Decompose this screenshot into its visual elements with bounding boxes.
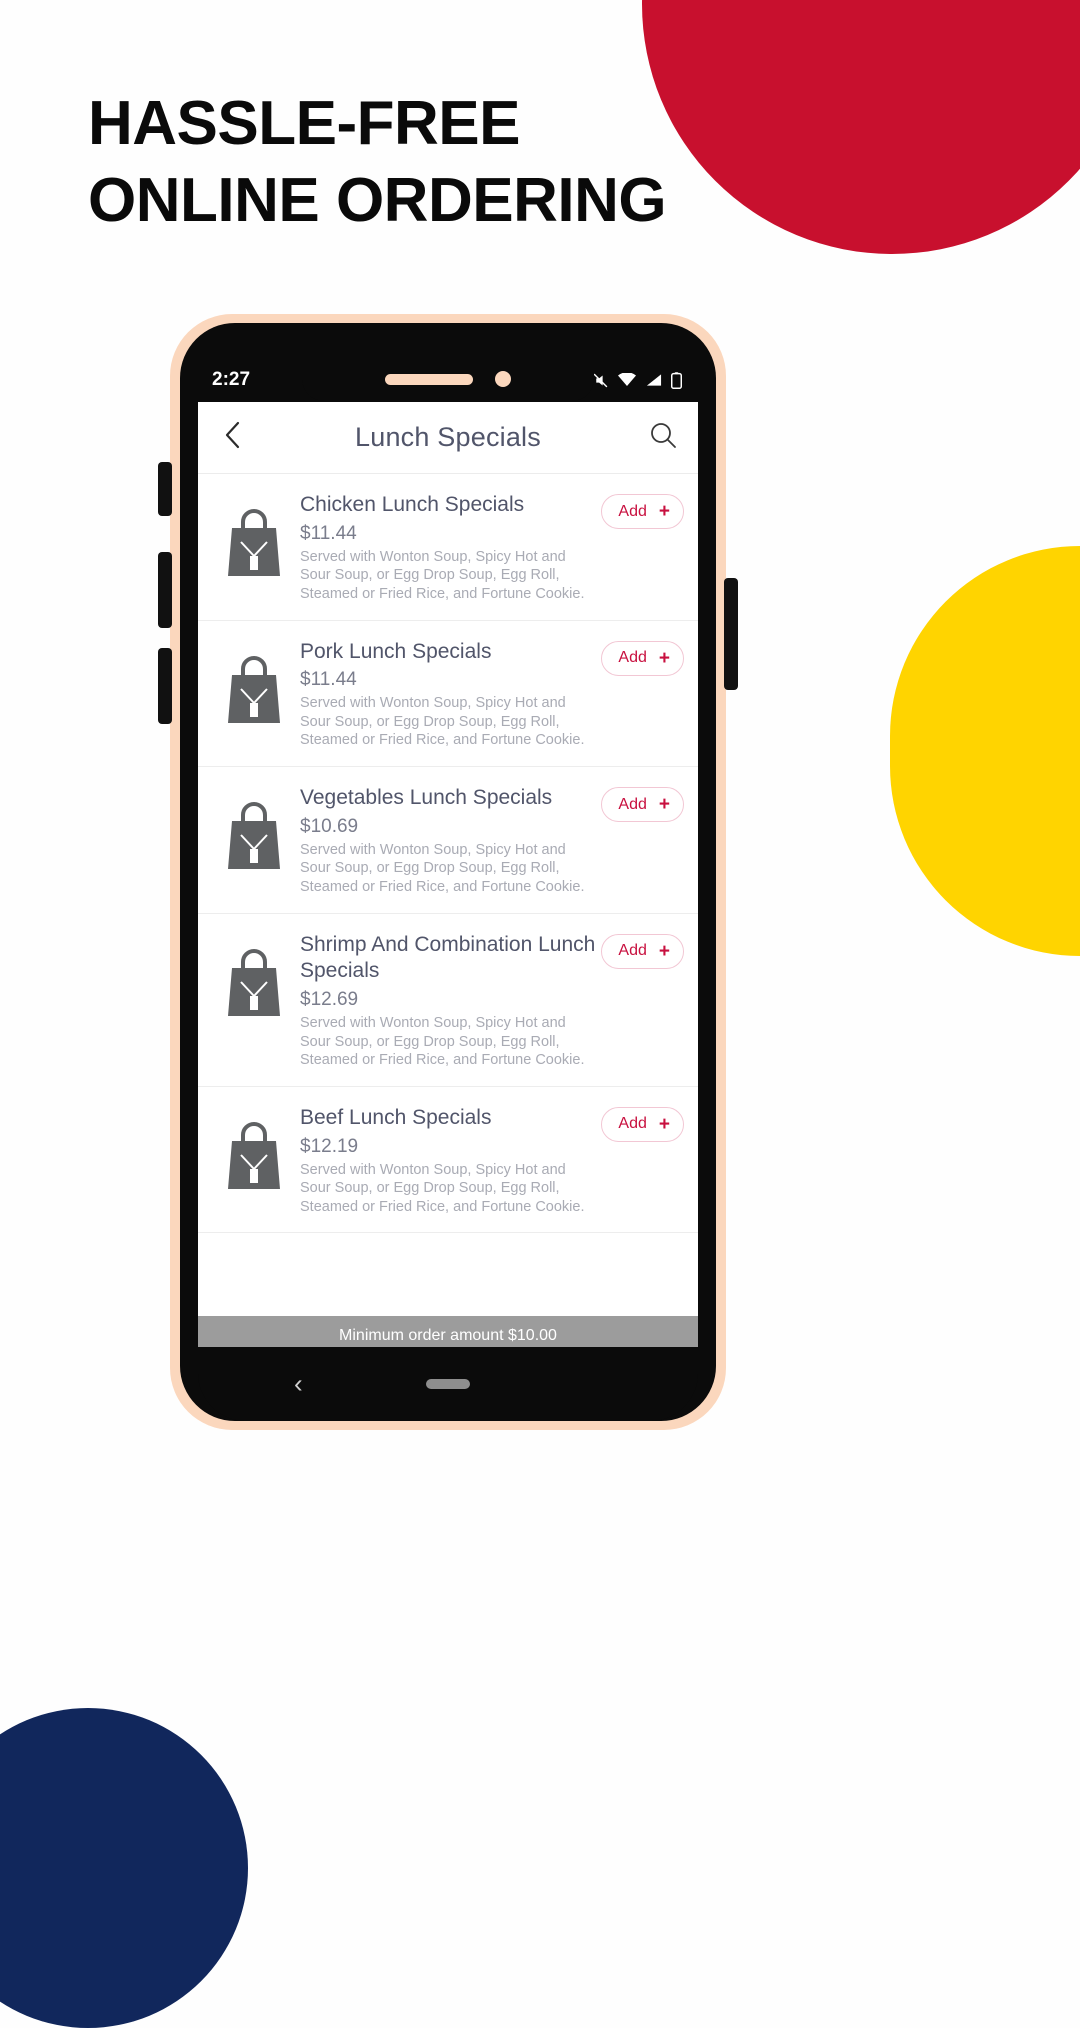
nav-back-icon[interactable]: ‹ (294, 1369, 303, 1400)
phone-screen: 2:27 Lunch Specials Chicken Lunch Specia… (198, 358, 698, 1356)
phone-button-volume-up[interactable] (158, 552, 172, 628)
phone-mockup: 2:27 Lunch Specials Chicken Lunch Specia… (158, 314, 738, 1430)
item-price: $12.69 (300, 989, 359, 1011)
headline-line-1: HASSLE-FREE (88, 89, 520, 158)
menu-item[interactable]: Chicken Lunch Specials $11.44 Served wit… (198, 474, 698, 621)
item-price: $11.44 (300, 669, 357, 691)
item-description: Served with Wonton Soup, Spicy Hot and S… (300, 841, 585, 895)
front-camera-icon (495, 371, 511, 387)
item-name: Beef Lunch Specials (300, 1105, 492, 1129)
search-icon (649, 421, 677, 454)
decor-navy-circle (0, 1708, 248, 2028)
item-description: Served with Wonton Soup, Spicy Hot and S… (300, 1015, 585, 1069)
decor-yellow-shape (890, 546, 1080, 956)
item-description: Served with Wonton Soup, Spicy Hot and S… (300, 695, 585, 749)
takeout-bag-icon (223, 506, 285, 587)
signal-icon (645, 373, 662, 387)
item-description: Served with Wonton Soup, Spicy Hot and S… (300, 1161, 585, 1215)
add-button-label: Add (618, 1115, 647, 1133)
takeout-bag-icon (223, 799, 285, 880)
nav-home-pill[interactable] (426, 1379, 470, 1389)
plus-icon: + (658, 940, 670, 962)
menu-item[interactable]: Shrimp And Combination Lunch Specials $1… (198, 914, 698, 1087)
plus-icon: + (658, 1113, 670, 1135)
menu-item[interactable]: Beef Lunch Specials $12.19 Served with W… (198, 1087, 698, 1234)
item-thumbnail (208, 492, 300, 587)
earpiece-speaker (385, 373, 473, 385)
item-details: Shrimp And Combination Lunch Specials $1… (300, 932, 601, 1070)
takeout-bag-icon (223, 946, 285, 1027)
page-title: HASSLE-FREE ONLINE ORDERING (88, 86, 667, 240)
plus-icon: + (658, 501, 670, 522)
phone-button-volume-down[interactable] (158, 648, 172, 724)
android-nav-bar: ‹ (198, 1347, 698, 1421)
add-button-label: Add (618, 942, 647, 960)
wifi-icon (618, 373, 636, 387)
add-button-label: Add (618, 502, 647, 520)
item-thumbnail (208, 932, 300, 1027)
add-to-cart-button[interactable]: Add + (601, 494, 684, 529)
back-button[interactable] (216, 421, 250, 455)
app-bar: Lunch Specials (198, 402, 698, 474)
add-to-cart-button[interactable]: Add + (601, 787, 684, 823)
phone-button-power[interactable] (724, 578, 738, 690)
search-button[interactable] (646, 421, 680, 455)
item-details: Pork Lunch Specials $11.44 Served with W… (300, 639, 601, 751)
phone-button-silent[interactable] (158, 462, 172, 516)
item-price: $12.19 (300, 1135, 359, 1157)
headline-line-2: ONLINE ORDERING (88, 165, 667, 235)
item-details: Vegetables Lunch Specials $10.69 Served … (300, 785, 601, 897)
item-details: Beef Lunch Specials $12.19 Served with W… (300, 1105, 601, 1217)
add-button-label: Add (618, 795, 647, 813)
plus-icon: + (658, 794, 670, 816)
add-to-cart-button[interactable]: Add + (601, 933, 684, 969)
item-thumbnail (208, 639, 300, 734)
app-bar-title: Lunch Specials (355, 422, 541, 452)
menu-item[interactable]: Pork Lunch Specials $11.44 Served with W… (198, 621, 698, 768)
plus-icon: + (658, 647, 670, 669)
menu-list[interactable]: Chicken Lunch Specials $11.44 Served wit… (198, 474, 698, 1316)
add-to-cart-button[interactable]: Add + (601, 1106, 684, 1142)
item-thumbnail (208, 785, 300, 880)
mute-icon (592, 372, 609, 389)
menu-item[interactable]: Vegetables Lunch Specials $10.69 Served … (198, 767, 698, 914)
item-price: $10.69 (300, 815, 359, 837)
item-details: Chicken Lunch Specials $11.44 Served wit… (300, 492, 601, 604)
item-name: Shrimp And Combination Lunch Specials (300, 932, 596, 983)
item-description: Served with Wonton Soup, Spicy Hot and S… (300, 548, 585, 602)
item-price: $11.44 (300, 522, 357, 544)
takeout-bag-icon (223, 1119, 285, 1200)
battery-icon (671, 371, 682, 389)
decor-red-circle (642, 0, 1080, 254)
item-thumbnail (208, 1105, 300, 1200)
chevron-left-icon (222, 420, 244, 455)
add-to-cart-button[interactable]: Add + (601, 640, 684, 676)
takeout-bag-icon (223, 653, 285, 734)
status-icon-group (592, 371, 682, 389)
phone-notch (302, 358, 594, 401)
add-button-label: Add (618, 649, 647, 667)
item-name: Vegetables Lunch Specials (300, 786, 553, 810)
status-time: 2:27 (212, 369, 251, 390)
item-name: Pork Lunch Specials (300, 639, 492, 663)
item-name: Chicken Lunch Specials (300, 493, 525, 516)
